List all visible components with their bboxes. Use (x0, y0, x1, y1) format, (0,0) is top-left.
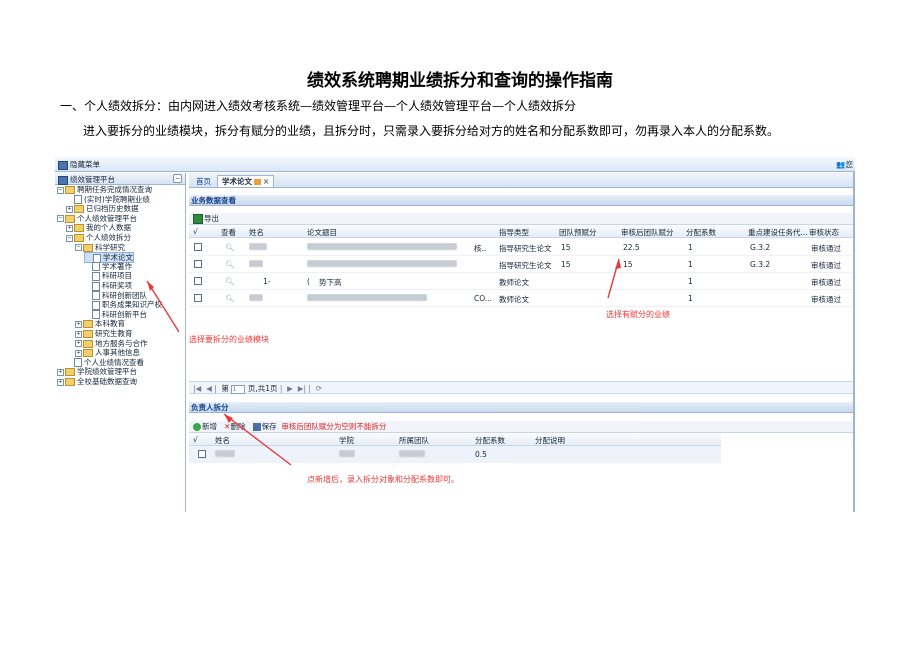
arrow-add (223, 413, 292, 466)
annotation-arrows (146, 258, 621, 466)
doc-paragraph-2: 进入要拆分的业绩模块，拆分有赋分的业绩，且拆分时，只需录入要拆分给对方的姓名和分… (83, 124, 780, 138)
annotation-add-hint: 点新增后，录入拆分对象和分配系数即可。 (307, 475, 459, 484)
annotation-select-scored: 选择有赋分的业绩 (606, 310, 670, 319)
annotation-select-module: 选择要拆分的业绩模块 (189, 335, 269, 344)
arrowhead-add (224, 414, 233, 423)
embedded-screenshot: 隐藏菜单 👥您 绩效管理平台 − − 聘期任务完成情况查询 (实时)学院聘期业绩 + 已… (55, 157, 855, 512)
doc-title: 绩效系统聘期业绩拆分和查询的操作指南 (307, 71, 613, 91)
doc-paragraph-1: 一、个人绩效拆分：由内网进入绩效考核系统—绩效管理平台—个人绩效管理平台—个人绩… (60, 99, 577, 113)
